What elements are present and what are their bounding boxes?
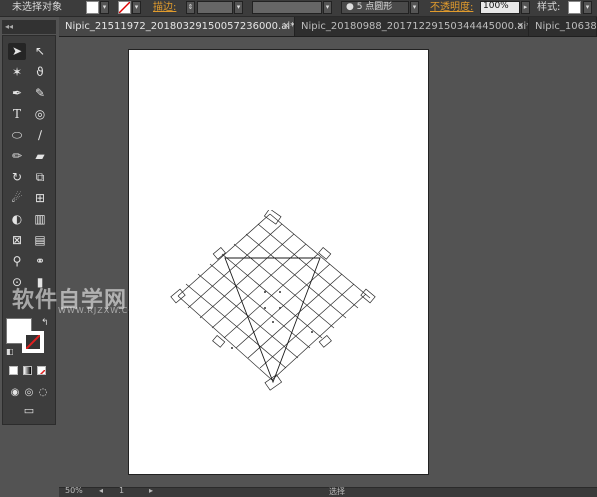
magic-wand-tool-icon[interactable]: ✶ [8, 64, 26, 81]
shape-builder-tool-icon[interactable]: ◐ [8, 211, 26, 228]
variable-width-profile[interactable] [252, 1, 322, 14]
scale-tool-icon[interactable]: ⧉ [31, 169, 49, 186]
swap-colors-icon[interactable]: ↰ [41, 318, 49, 328]
stroke-weight-stepper[interactable]: ⇕ [186, 1, 195, 14]
spiral-tool-icon[interactable]: ◎ [31, 106, 49, 123]
none-icon [39, 369, 45, 374]
stroke-color-swatch[interactable] [118, 1, 131, 14]
tab-document-1[interactable]: Nipic_21511972_20180329150057236000.ai* × [59, 17, 295, 36]
direct-selection-tool-icon[interactable]: ↖ [31, 43, 49, 60]
fill-dropdown[interactable]: ▾ [100, 1, 109, 14]
tab-document-2[interactable]: Nipic_20180988_20171229150344445000.ai* × [295, 17, 529, 36]
ellipse-tool-icon[interactable]: ⬭ [8, 127, 26, 144]
brush-dropdown[interactable]: ▾ [410, 1, 419, 14]
stroke-color-box[interactable] [22, 331, 44, 353]
stroke-dropdown[interactable]: ▾ [132, 1, 141, 14]
none-mode-button[interactable] [37, 366, 46, 375]
brush-definition[interactable]: ● 5 点圆形 [341, 1, 409, 14]
stroke-weight-dropdown[interactable]: ▾ [234, 1, 243, 14]
tools-panel-grip[interactable]: ◂◂ [2, 20, 56, 34]
selection-status-label: 未选择对象 [12, 2, 62, 13]
fill-color-swatch[interactable] [86, 1, 99, 14]
eraser-tool-icon[interactable]: ▰ [31, 148, 49, 165]
mesh-tool-icon[interactable]: ⊠ [8, 232, 26, 249]
selection-tool-icon[interactable]: ➤ [8, 43, 26, 60]
close-icon[interactable]: × [282, 17, 290, 36]
rotate-tool-icon[interactable]: ↻ [8, 169, 26, 186]
type-tool-icon[interactable]: T [8, 106, 26, 123]
blend-tool-icon[interactable]: ⚭ [31, 253, 49, 270]
stroke-weight-field[interactable] [197, 1, 233, 14]
status-tool-label: 选择 [329, 487, 345, 496]
opacity-label[interactable]: 不透明度: [430, 1, 473, 15]
next-artboard-icon[interactable]: ▸ [149, 486, 153, 495]
lasso-tool-icon[interactable]: ϑ [31, 64, 49, 81]
opacity-dropdown[interactable]: ▸ [521, 1, 530, 14]
no-stroke-icon [119, 2, 130, 13]
style-dropdown[interactable]: ▾ [583, 1, 592, 14]
document-tabs: Nipic_21511972_20180329150057236000.ai* ×… [59, 17, 597, 37]
tab-document-3[interactable]: Nipic_10638 [529, 17, 597, 36]
screen-mode-icon[interactable]: ▭ [20, 402, 38, 419]
free-transform-tool-icon[interactable]: ⊞ [31, 190, 49, 207]
pencil-tool-icon[interactable]: ✏ [8, 148, 26, 165]
draw-inside-icon[interactable]: ◌ [34, 384, 52, 401]
control-bar: 未选择对象 ▾ ▾ 描边: ⇕ ▾ ▾ ● 5 点圆形 ▾ 不透明度: 100%… [0, 0, 597, 17]
zoom-field[interactable]: 50% [65, 486, 83, 495]
graphic-style-swatch[interactable] [568, 1, 581, 14]
paintbrush-tool-icon[interactable]: ∕ [31, 127, 49, 144]
color-mode-button[interactable] [9, 366, 18, 375]
curvature-tool-icon[interactable]: ✎ [31, 85, 49, 102]
gradient-tool-icon[interactable]: ▤ [31, 232, 49, 249]
eyedropper-tool-icon[interactable]: ⚲ [8, 253, 26, 270]
tools-panel: ➤ ↖ ✶ ϑ ✒ ✎ T ◎ ⬭ ∕ ✏ ▰ ↻ ⧉ ☄ ⊞ ◐ ▥ ⊠ ▤ … [2, 35, 56, 425]
warp-tool-icon[interactable]: ☄ [8, 190, 26, 207]
prev-artboard-icon[interactable]: ◂ [99, 486, 103, 495]
artboard-number[interactable]: 1 [119, 486, 124, 495]
profile-dropdown[interactable]: ▾ [323, 1, 332, 14]
no-stroke-icon [25, 334, 41, 350]
watermark-url: WWW.RJZXW.COM [58, 306, 144, 315]
gradient-mode-button[interactable] [23, 366, 32, 375]
default-colors-icon[interactable]: ◧ [6, 347, 14, 356]
opacity-field[interactable]: 100% [480, 1, 520, 14]
brush-label: 5 点圆形 [356, 2, 393, 12]
stroke-label[interactable]: 描边: [153, 1, 176, 15]
style-label: 样式: [537, 2, 561, 13]
close-icon[interactable]: × [516, 17, 524, 36]
pen-tool-icon[interactable]: ✒ [8, 85, 26, 102]
diamond-lattice-artwork[interactable] [170, 210, 380, 395]
perspective-grid-tool-icon[interactable]: ▥ [31, 211, 49, 228]
